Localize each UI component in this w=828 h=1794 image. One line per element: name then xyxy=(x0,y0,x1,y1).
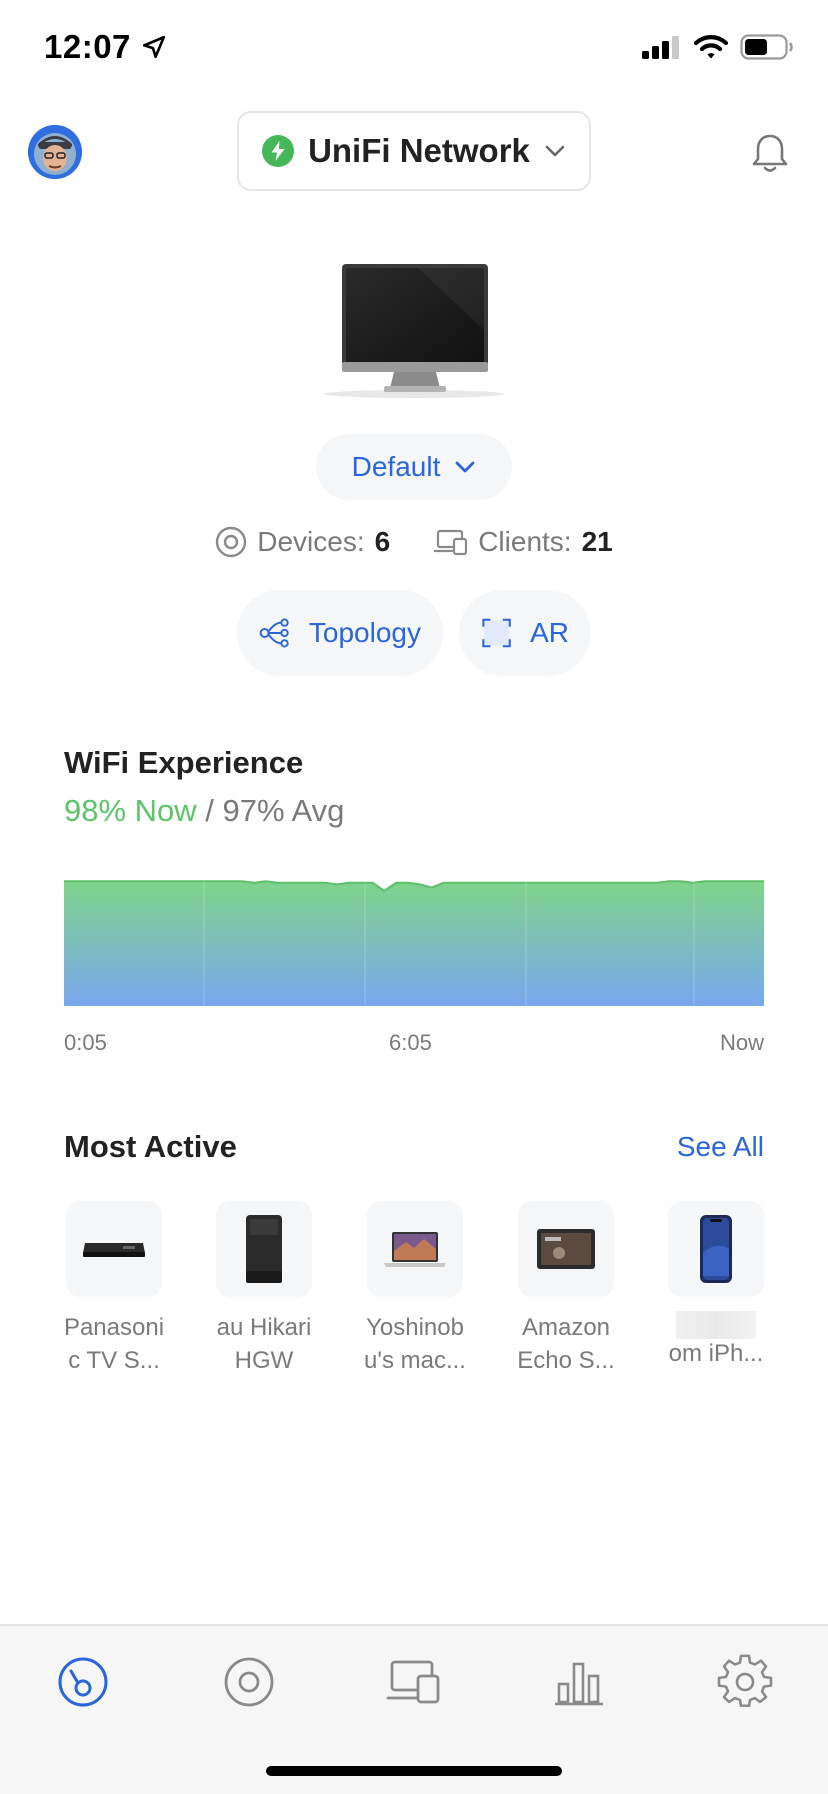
tab-dashboard[interactable] xyxy=(55,1654,111,1710)
devices-stat[interactable]: Devices: 6 xyxy=(215,526,390,558)
most-active-item[interactable]: au Hikari HGW xyxy=(214,1201,314,1377)
devices-ring-icon xyxy=(224,1657,274,1707)
site-label: Default xyxy=(351,451,441,482)
most-active-item[interactable]: om iPh... xyxy=(666,1201,766,1370)
location-arrow-icon xyxy=(142,35,165,59)
ar-label: AR xyxy=(530,617,569,648)
phone-icon xyxy=(700,1215,732,1283)
tv-receiver-icon xyxy=(83,1243,145,1257)
avatar[interactable] xyxy=(28,125,82,179)
item-name-line2: c TV S... xyxy=(68,1347,160,1374)
most-active-item[interactable]: Panasoni c TV S... xyxy=(64,1201,164,1377)
wifi-avg-value: 97% Avg xyxy=(222,793,345,828)
see-all-link[interactable]: See All xyxy=(677,1131,764,1163)
status-time: 12:07 xyxy=(44,28,167,66)
bolt-status-icon xyxy=(262,135,295,167)
battery-icon xyxy=(740,34,793,60)
most-active-title: Most Active xyxy=(64,1129,237,1164)
device-tile xyxy=(216,1201,312,1297)
topology-button[interactable]: Topology xyxy=(237,590,443,676)
network-title: UniFi Network xyxy=(308,132,530,169)
item-name-line2: u's mac... xyxy=(364,1347,466,1374)
tab-statistics[interactable] xyxy=(551,1654,607,1710)
user-avatar-icon xyxy=(28,125,82,179)
most-active-item[interactable]: Yoshinob u's mac... xyxy=(364,1201,466,1377)
wifi-experience-chart[interactable] xyxy=(64,870,764,1011)
network-selector[interactable]: UniFi Network xyxy=(237,111,591,191)
tab-clients[interactable] xyxy=(386,1654,442,1710)
tab-devices[interactable] xyxy=(221,1654,277,1710)
bell-icon xyxy=(752,134,788,172)
item-name-line1: Amazon xyxy=(521,1314,611,1341)
ar-button[interactable]: AR xyxy=(459,590,591,676)
topology-label: Topology xyxy=(308,617,421,648)
action-row: Topology AR xyxy=(0,590,828,676)
ar-scan-icon xyxy=(482,618,511,648)
clients-devices-icon xyxy=(434,529,468,556)
chevron-down-icon xyxy=(455,461,475,473)
clients-icon xyxy=(386,1660,440,1704)
notifications-button[interactable] xyxy=(750,132,790,179)
wifi-experience-values: 98% Now / 97% Avg xyxy=(64,793,344,829)
smart-display-icon xyxy=(537,1229,595,1269)
device-ring-icon xyxy=(216,526,247,558)
clients-label: Clients: xyxy=(478,526,572,557)
dashboard-gauge-icon xyxy=(58,1657,108,1707)
redacted-name xyxy=(676,1311,756,1339)
wifi-now-value: 98% Now xyxy=(64,793,197,828)
most-active-list: Panasoni c TV S... au Hikari HGW Yoshinob u… xyxy=(64,1201,764,1381)
device-tile xyxy=(367,1201,463,1297)
most-active-item[interactable]: Amazon Echo S... xyxy=(516,1201,616,1377)
clients-stat[interactable]: Clients: 21 xyxy=(434,526,613,558)
desktop-monitor-icon xyxy=(324,264,504,398)
tab-settings[interactable] xyxy=(717,1654,773,1710)
device-tile xyxy=(66,1201,162,1297)
devices-count: 6 xyxy=(374,526,391,557)
clients-count: 21 xyxy=(581,526,613,557)
x-tick-end: Now xyxy=(719,1030,764,1055)
topology-icon xyxy=(259,618,289,648)
router-icon xyxy=(246,1215,282,1283)
item-name-line2: om iPh... xyxy=(668,1340,764,1367)
wifi-icon xyxy=(694,35,728,59)
bar-chart-icon xyxy=(555,1662,603,1706)
x-tick-start: 0:05 xyxy=(64,1030,107,1055)
laptop-icon xyxy=(384,1232,446,1267)
wifi-experience-title: WiFi Experience xyxy=(64,745,304,780)
item-name-line2: Echo S... xyxy=(517,1347,615,1374)
chevron-down-icon xyxy=(545,145,565,157)
device-tile xyxy=(518,1201,614,1297)
cellular-signal-icon xyxy=(642,36,679,59)
gear-icon xyxy=(717,1654,773,1708)
devices-label: Devices: xyxy=(257,526,365,557)
item-name-line1: Yoshinob xyxy=(366,1314,464,1341)
network-stats: Devices: 6 Clients: 21 xyxy=(0,526,828,558)
gateway-device-image[interactable] xyxy=(318,258,510,403)
home-indicator xyxy=(266,1766,562,1776)
wifi-separator: / xyxy=(196,793,223,828)
item-name-line1: au Hikari xyxy=(216,1314,312,1341)
site-selector[interactable]: Default xyxy=(316,434,512,500)
x-tick-mid: 6:05 xyxy=(389,1030,432,1055)
item-name-line1: Panasoni xyxy=(63,1314,165,1341)
device-tile xyxy=(668,1201,764,1297)
item-name-line2: HGW xyxy=(234,1347,294,1374)
wifi-area-series xyxy=(64,881,764,1006)
status-icons xyxy=(642,34,794,60)
